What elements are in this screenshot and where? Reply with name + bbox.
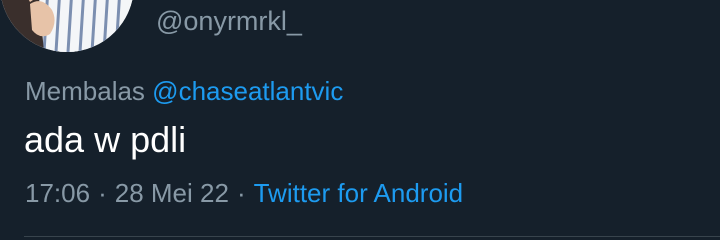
profile-photo-icon xyxy=(0,0,134,52)
avatar[interactable] xyxy=(0,0,134,52)
tweet-time[interactable]: 17:06 xyxy=(25,178,90,208)
tweet-source-link[interactable]: Twitter for Android xyxy=(254,178,464,208)
meta-separator: · xyxy=(236,178,246,208)
meta-separator: · xyxy=(98,178,107,208)
reply-label: Membalas xyxy=(25,76,145,106)
divider xyxy=(24,236,720,237)
tweet-meta: 17:06 · 28 Mei 22 · Twitter for Android xyxy=(25,176,463,210)
reply-context: Membalas @chaseatlantvic xyxy=(25,74,343,108)
user-handle[interactable]: @onyrmrkl_ xyxy=(156,4,302,38)
tweet-date[interactable]: 28 Mei 22 xyxy=(115,178,229,208)
reply-mention-link[interactable]: @chaseatlantvic xyxy=(152,76,343,106)
tweet-text: ada w pdli xyxy=(24,119,187,160)
